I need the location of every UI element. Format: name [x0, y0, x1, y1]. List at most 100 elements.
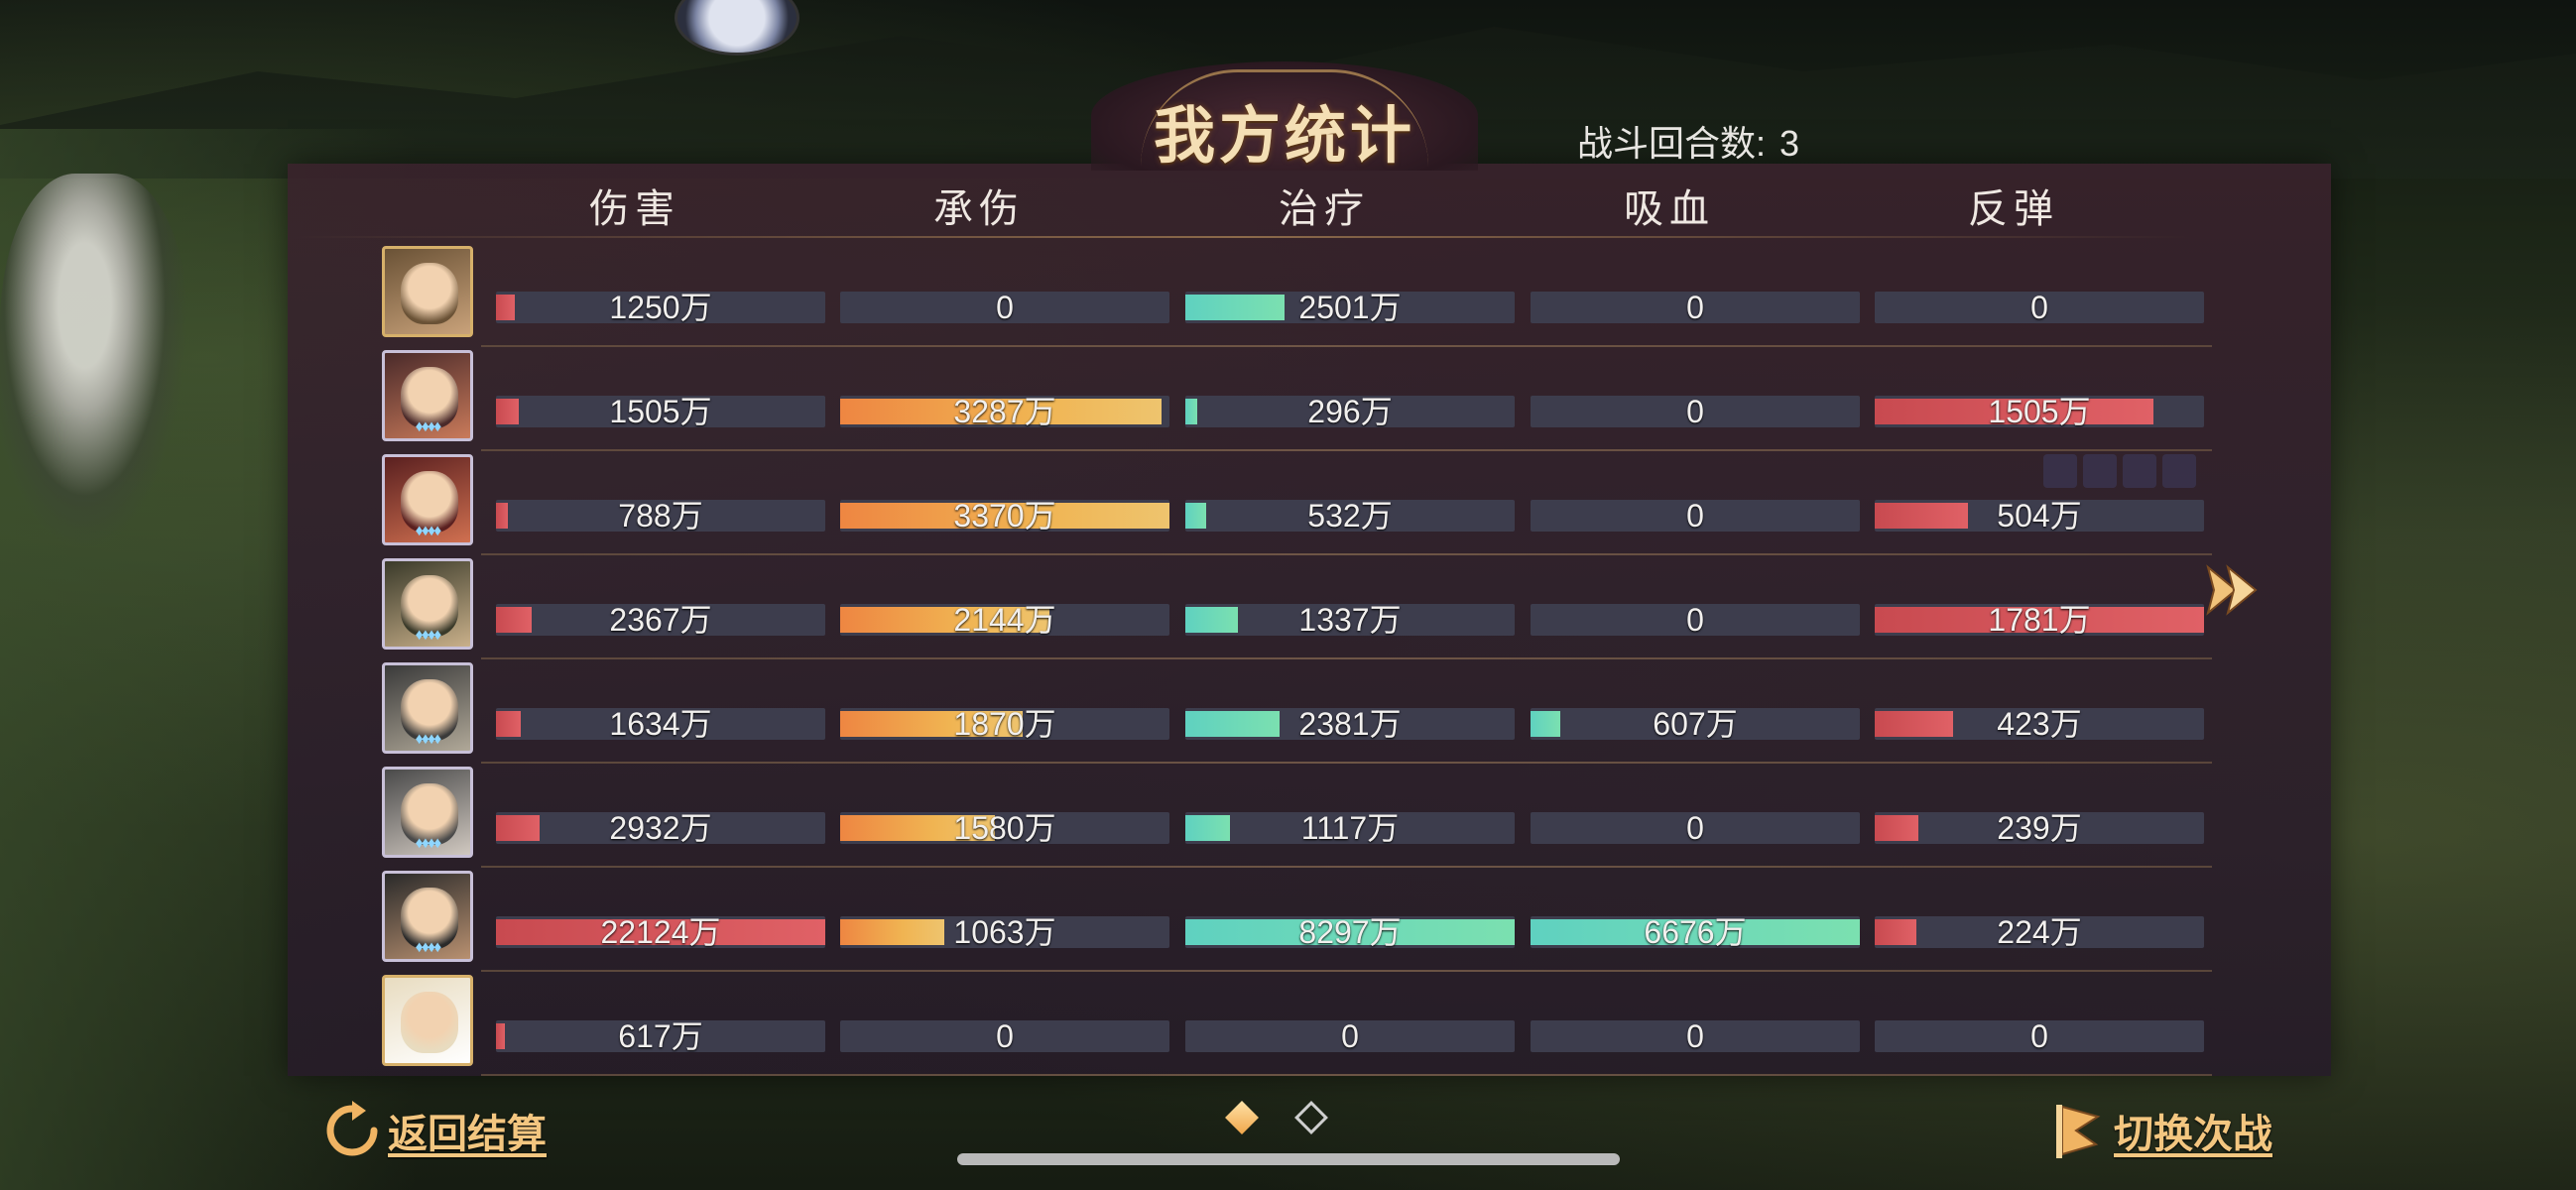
stat-value: 2367万: [609, 604, 712, 636]
stat-value: 1505万: [609, 396, 712, 427]
table-row: 617万 0 0 0 0: [382, 975, 2212, 1076]
stat-value: 1634万: [609, 708, 712, 740]
stat-cell: 296万: [1185, 396, 1515, 427]
white-deer-icon[interactable]: [382, 975, 473, 1066]
stat-value: 1580万: [953, 812, 1056, 844]
stat-value: 6676万: [1644, 916, 1747, 948]
row-divider: [481, 449, 2212, 451]
header-damage: 伤害: [589, 187, 680, 231]
header-reflect: 反弹: [1968, 187, 2059, 231]
table-row: ♦♦♦♦ 2367万 2144万 1337万 0 1781万: [382, 558, 2212, 659]
table-row: ♦♦♦♦ 2932万 1580万 1117万 0 239万: [382, 767, 2212, 868]
stat-value: 2381万: [1298, 708, 1402, 740]
stat-value: 3287万: [953, 396, 1056, 427]
stat-cell: 22124万: [496, 916, 825, 948]
page-title: 我方统计: [1153, 99, 1415, 172]
stat-value: 2932万: [609, 812, 712, 844]
stat-cell: 1505万: [496, 396, 825, 427]
star-rank-icon: ♦♦♦♦: [415, 835, 442, 852]
next-page-arrow-icon[interactable]: [2198, 555, 2268, 625]
row-divider: [481, 970, 2212, 972]
switch-battle-button[interactable]: 切换次战: [2048, 1101, 2272, 1160]
stat-cell: 1063万: [840, 916, 1169, 948]
star-rank-icon: ♦♦♦♦: [415, 418, 442, 435]
stat-cell: 1580万: [840, 812, 1169, 844]
hero-2-icon[interactable]: ♦♦♦♦: [382, 350, 473, 441]
page-dot-inactive[interactable]: [1294, 1101, 1328, 1134]
stat-cell: 2144万: [840, 604, 1169, 636]
home-indicator[interactable]: [957, 1153, 1620, 1165]
header-lifesteal: 吸血: [1624, 187, 1715, 231]
page-indicator: [1225, 1101, 1328, 1134]
stat-cell: 0: [1531, 396, 1860, 427]
stat-cell: 0: [1185, 1020, 1515, 1052]
page-dot-active[interactable]: [1225, 1101, 1259, 1134]
star-rank-icon: ♦♦♦♦: [415, 523, 442, 539]
stat-cell: 2932万: [496, 812, 825, 844]
hero-1-icon[interactable]: [382, 246, 473, 337]
star-rank-icon: ♦♦♦♦: [415, 627, 442, 644]
hero-6-icon[interactable]: ♦♦♦♦: [382, 767, 473, 858]
stat-cell: 0: [1875, 1020, 2204, 1052]
stat-cell: 504万: [1875, 500, 2204, 532]
stat-value: 1870万: [953, 708, 1056, 740]
stat-cell: 8297万: [1185, 916, 1515, 948]
header-healing: 治疗: [1279, 187, 1370, 231]
stat-cell: 1337万: [1185, 604, 1515, 636]
hero-face: [401, 992, 458, 1053]
star-rank-icon: ♦♦♦♦: [415, 731, 442, 748]
stat-value: 0: [1686, 1020, 1704, 1052]
stat-cell: 2381万: [1185, 708, 1515, 740]
stat-cell: 617万: [496, 1020, 825, 1052]
stat-value: 1117万: [1300, 812, 1400, 844]
hero-7-icon[interactable]: ♦♦♦♦: [382, 871, 473, 962]
table-row: ♦♦♦♦ 788万 3370万 532万 0 504万: [382, 454, 2212, 555]
stat-value: 1337万: [1298, 604, 1402, 636]
buff-icons: [2043, 454, 2196, 488]
stat-value: 423万: [1997, 708, 2082, 740]
row-divider: [481, 657, 2212, 659]
table-row: 1250万 0 2501万 0 0: [382, 246, 2212, 347]
stat-cell: 1634万: [496, 708, 825, 740]
stat-cell: 6676万: [1531, 916, 1860, 948]
stat-value: 1505万: [1988, 396, 2091, 427]
stat-cell: 788万: [496, 500, 825, 532]
stat-cell: 2501万: [1185, 292, 1515, 323]
hero-4-icon[interactable]: ♦♦♦♦: [382, 558, 473, 650]
bottom-bar: 返回结算 切换次战: [0, 1076, 2576, 1190]
stat-value: 1063万: [953, 916, 1056, 948]
hero-3-icon[interactable]: ♦♦♦♦: [382, 454, 473, 545]
table-row: ♦♦♦♦ 22124万 1063万 8297万 6676万 224万: [382, 871, 2212, 972]
stat-value: 0: [2030, 1020, 2048, 1052]
stat-cell: 0: [1531, 812, 1860, 844]
stat-cell: 1250万: [496, 292, 825, 323]
stat-value: 607万: [1653, 708, 1738, 740]
buff-icon: [2123, 454, 2156, 488]
top-emblem-icon: [675, 0, 799, 56]
stat-cell: 0: [1531, 1020, 1860, 1052]
stat-value: 239万: [1997, 812, 2082, 844]
stat-cell: 1781万: [1875, 604, 2204, 636]
stat-value: 0: [996, 292, 1014, 323]
stat-value: 8297万: [1298, 916, 1402, 948]
stat-value: 0: [1686, 500, 1704, 532]
hero-5-icon[interactable]: ♦♦♦♦: [382, 662, 473, 754]
stat-value: 3370万: [953, 500, 1056, 532]
stat-value: 1250万: [609, 292, 712, 323]
row-divider: [481, 553, 2212, 555]
buff-icon: [2043, 454, 2077, 488]
header-damage-taken: 承伤: [933, 187, 1025, 231]
back-to-results-label: 返回结算: [388, 1113, 547, 1156]
stat-value: 2501万: [1298, 292, 1402, 323]
back-to-results-button[interactable]: 返回结算: [322, 1101, 547, 1160]
stat-value: 224万: [1997, 916, 2082, 948]
stat-cell: 0: [1531, 500, 1860, 532]
stat-value: 0: [2030, 292, 2048, 323]
stat-cell: 423万: [1875, 708, 2204, 740]
flag-icon: [2056, 1105, 2101, 1158]
stat-value: 532万: [1307, 500, 1393, 532]
battle-rounds-label: 战斗回合数:: [1577, 123, 1767, 164]
stat-cell: 3370万: [840, 500, 1169, 532]
stat-cell: 0: [1875, 292, 2204, 323]
column-headers: 伤害 承伤 治疗 吸血 反弹: [486, 177, 2202, 236]
